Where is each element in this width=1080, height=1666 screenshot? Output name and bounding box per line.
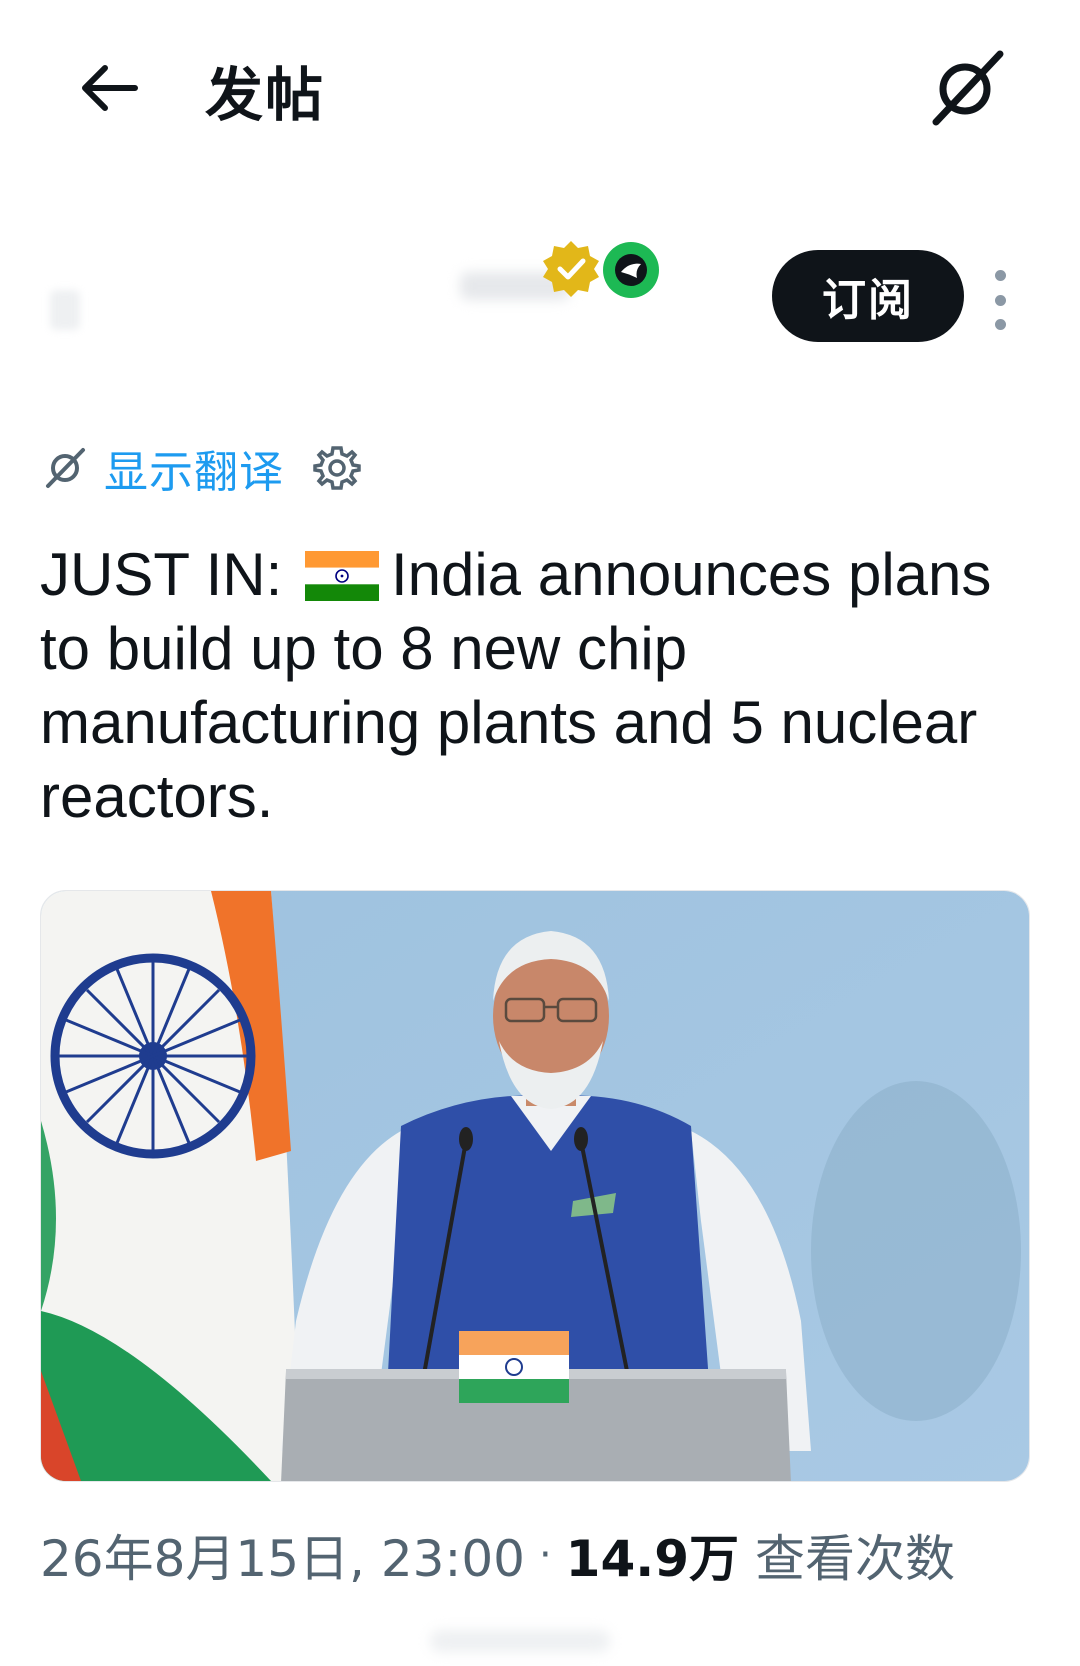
- post-text-prefix: JUST IN:: [40, 541, 299, 608]
- translate-row: 显示翻译: [40, 438, 362, 498]
- post-detail-page: 发帖 订阅 显示翻译 JUST IN: India announces plan…: [0, 0, 1080, 1666]
- show-translation-link[interactable]: 显示翻译: [104, 436, 284, 500]
- more-vertical-icon: [994, 270, 1006, 281]
- subscribe-button[interactable]: 订阅: [772, 250, 964, 342]
- india-flag-icon: [304, 551, 379, 601]
- bird-icon: [615, 254, 647, 286]
- page-title: 发帖: [205, 61, 326, 129]
- grok-button[interactable]: [920, 44, 1010, 134]
- more-options-button[interactable]: [985, 270, 1015, 330]
- top-bar: 发帖: [0, 0, 1080, 170]
- verified-badge: [540, 238, 602, 300]
- speaker-at-podium-image: [41, 891, 1029, 1481]
- affiliate-badge: [603, 242, 659, 298]
- arrow-left-icon: [82, 65, 138, 111]
- bottom-watermark-blur: [430, 1630, 610, 1652]
- author-row: 订阅: [0, 220, 1080, 370]
- grok-icon: [932, 50, 1004, 126]
- author-name-blurred[interactable]: [40, 250, 580, 330]
- verified-badge-icon: [543, 241, 599, 297]
- meta-separator: ·: [538, 1532, 552, 1578]
- post-body: JUST IN: India announces plans to build …: [40, 538, 1050, 834]
- view-count-label: 查看次数: [755, 1530, 956, 1588]
- post-image[interactable]: [40, 890, 1030, 1482]
- post-timestamp: 26年8月15日, 23:00: [40, 1530, 525, 1588]
- post-meta: 26年8月15日, 23:00 · 14.9万 查看次数: [40, 1520, 955, 1590]
- view-count: 14.9万: [565, 1530, 740, 1588]
- grok-icon: [46, 448, 85, 488]
- gear-icon[interactable]: [312, 443, 362, 493]
- back-button[interactable]: [72, 52, 144, 124]
